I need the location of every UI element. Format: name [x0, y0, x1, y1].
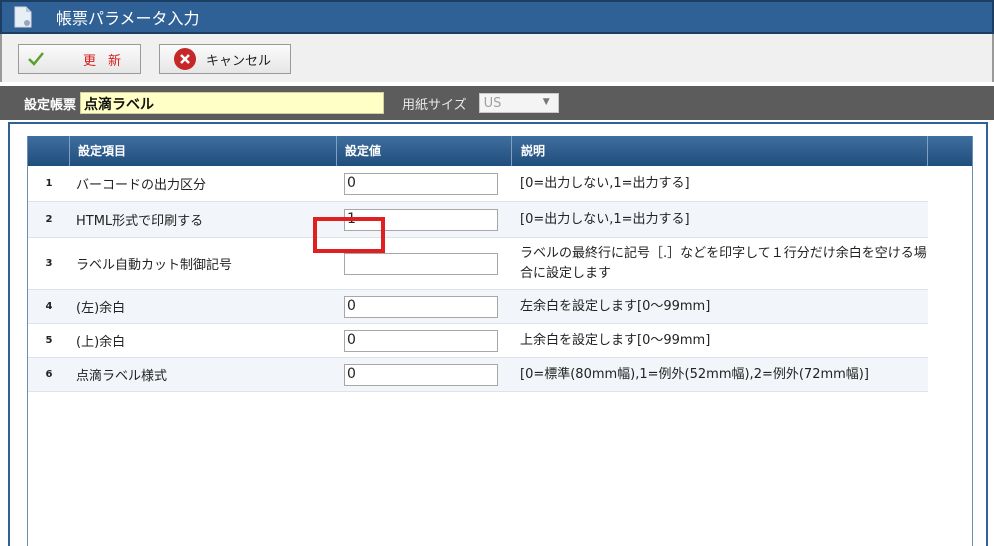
- form-name-field[interactable]: 点滴ラベル: [80, 92, 385, 114]
- setting-description: [0=標準(80mm幅),1=例外(52mm幅),2=例外(72mm幅)]: [520, 366, 869, 382]
- table-row: 6 点滴ラベル様式 0 [0=標準(80mm幅),1=例外(52mm幅),2=例…: [28, 358, 928, 392]
- header-value: 設定値: [337, 136, 512, 166]
- table-row: 4 (左)余白 0 左余白を設定します[0～99mm]: [28, 290, 928, 324]
- document-icon: [14, 6, 34, 28]
- setting-value-input[interactable]: [344, 252, 498, 275]
- parameter-table: 設定項目 設定値 説明 1 バーコードの出力区分 0 [0=出力しない,1=出力…: [27, 136, 973, 546]
- setting-item: バーコードの出力区分: [76, 178, 207, 193]
- cancel-icon: [174, 48, 196, 70]
- form-label: 設定帳票: [24, 97, 77, 113]
- setting-description: [0=出力しない,1=出力する]: [520, 175, 690, 191]
- update-button[interactable]: 更新: [18, 44, 141, 74]
- setting-item: (上)余白: [76, 335, 126, 350]
- setting-item: (左)余白: [76, 301, 126, 316]
- table-row: 5 (上)余白 0 上余白を設定します[0～99mm]: [28, 324, 928, 358]
- cancel-button[interactable]: キャンセル: [159, 44, 291, 74]
- toolbar: 更新 キャンセル: [0, 34, 994, 82]
- content-panel: 設定項目 設定値 説明 1 バーコードの出力区分 0 [0=出力しない,1=出力…: [8, 122, 988, 546]
- row-number: 1: [45, 178, 53, 189]
- paper-size-value: US: [483, 95, 502, 111]
- table-header: 設定項目 設定値 説明: [28, 136, 972, 166]
- setting-value-input[interactable]: 0: [344, 172, 498, 195]
- window-title: 帳票パラメータ入力: [56, 9, 200, 28]
- table-row: 2 HTML形式で印刷する 1 [0=出力しない,1=出力する]: [28, 202, 928, 238]
- row-number: 3: [45, 258, 53, 269]
- header-number: [28, 136, 70, 166]
- setting-value-input[interactable]: 0: [344, 363, 498, 386]
- row-number: 5: [45, 335, 53, 346]
- header-item: 設定項目: [70, 136, 337, 166]
- highlight-box: [313, 217, 385, 253]
- dropdown-arrow-icon: ▼: [542, 97, 550, 107]
- check-icon: [27, 50, 45, 68]
- setting-description: 上余白を設定します[0～99mm]: [520, 332, 711, 348]
- update-button-label: 更新: [83, 53, 134, 69]
- setting-value-input[interactable]: 0: [344, 295, 498, 318]
- setting-value-input[interactable]: 0: [344, 329, 498, 352]
- header-description: 説明: [512, 136, 928, 166]
- paper-size-label: 用紙サイズ: [402, 97, 467, 113]
- cancel-button-label: キャンセル: [206, 53, 272, 69]
- setting-item: ラベル自動カット制御記号: [76, 258, 233, 273]
- filter-bar: 設定帳票 点滴ラベル 用紙サイズ US ▼: [0, 86, 994, 120]
- table-row: 3 ラベル自動カット制御記号 ラベルの最終行に記号［.］などを印字して１行分だけ…: [28, 238, 928, 290]
- window-titlebar: 帳票パラメータ入力: [0, 0, 994, 34]
- paper-size-select[interactable]: US ▼: [478, 93, 559, 113]
- setting-description: 左余白を設定します[0～99mm]: [520, 298, 711, 314]
- setting-item: HTML形式で印刷する: [76, 214, 204, 229]
- setting-description: [0=出力しない,1=出力する]: [520, 211, 690, 227]
- table-row: 1 バーコードの出力区分 0 [0=出力しない,1=出力する]: [28, 166, 928, 202]
- row-number: 6: [45, 369, 53, 380]
- row-number: 2: [45, 214, 53, 225]
- setting-description: ラベルの最終行に記号［.］などを印字して１行分だけ余白を空ける場合に設定します: [520, 245, 927, 281]
- row-number: 4: [45, 301, 53, 312]
- setting-item: 点滴ラベル様式: [76, 369, 168, 384]
